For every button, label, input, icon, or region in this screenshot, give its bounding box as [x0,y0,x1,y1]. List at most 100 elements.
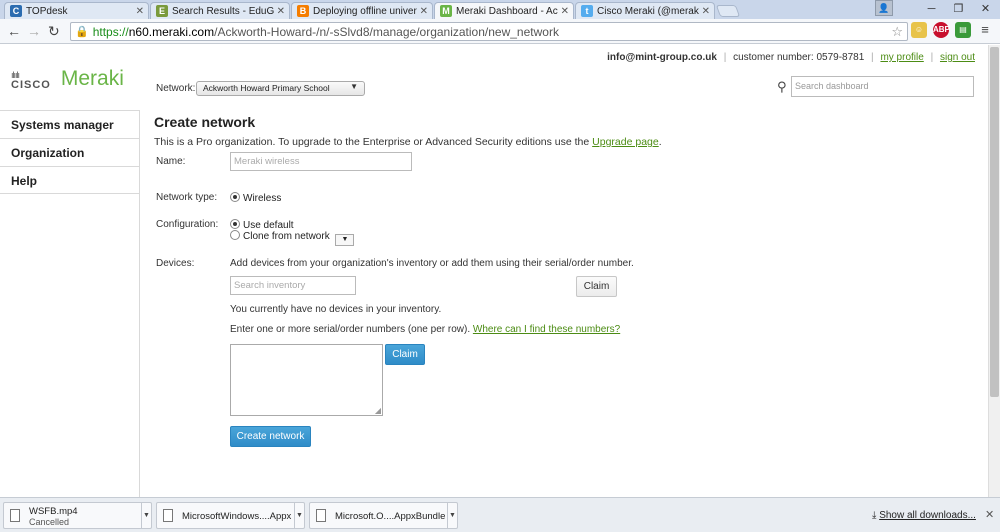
serial-help-text: Enter one or more serial/order numbers (… [230,324,471,335]
meraki-wordmark: Meraki [60,67,124,90]
cisco-wordmark: CISCO [11,79,51,91]
tab-title: Cisco Meraki (@meraki) | T [597,5,699,17]
tab-strip: C TOPdesk ✕ E Search Results - EduGeek. … [0,0,1000,19]
no-devices-text: You currently have no devices in your in… [230,304,442,315]
name-label: Name: [156,156,186,167]
restore-icon[interactable]: ❐ [945,0,972,18]
clone-from-network-label: Clone from network [243,231,330,242]
network-select-value: Ackworth Howard Primary School [203,83,330,93]
browser-tab-blogger[interactable]: B Deploying offline universa ✕ [291,2,433,19]
devices-label: Devices: [156,258,195,269]
clone-from-network-radio[interactable]: Clone from network ▼ [230,230,355,246]
url-path: /Ackworth-Howard-/n/-sSlvd8/manage/organ… [214,24,559,39]
url-scheme: https:// [92,24,129,39]
close-tab-icon[interactable]: ✕ [420,6,428,17]
clone-network-select[interactable]: ▼ [335,234,355,246]
close-tab-icon[interactable]: ✕ [702,6,710,17]
close-tab-icon[interactable]: ✕ [561,6,569,17]
find-numbers-link[interactable]: Where can I find these numbers? [473,324,620,335]
search-icon: ⚲ [777,79,787,94]
sign-out-link[interactable]: sign out [940,52,975,63]
browser-tab-twitter[interactable]: t Cisco Meraki (@meraki) | T ✕ [575,2,715,19]
tab-title: Search Results - EduGeek. [172,5,274,17]
download-item[interactable]: WSFB.mp4 Cancelled ▼ [3,502,152,529]
sidebar-item-help[interactable]: Help [0,166,139,194]
show-all-downloads[interactable]: ⤓ Show all downloads... [872,510,976,521]
sidebar-item-systems-manager[interactable]: Systems manager [0,110,139,138]
network-label: Network: [156,83,196,94]
configuration-label: Configuration: [156,219,219,230]
serial-numbers-textarea[interactable]: ◢ [230,344,383,416]
reload-icon[interactable]: ↻ [48,23,60,40]
file-icon [316,509,326,522]
customer-number: customer number: 0579-8781 [733,52,865,63]
sidebar: Systems manager Organization Help [0,110,140,497]
show-all-downloads-link[interactable]: Show all downloads... [879,510,976,521]
close-window-icon[interactable]: ✕ [972,0,999,18]
claim-inventory-button[interactable]: Claim [576,276,617,297]
download-menu-arrow-icon[interactable]: ▼ [141,503,151,528]
address-bar[interactable]: 🔒 https:// n60.meraki.com /Ackworth-Howa… [70,22,908,41]
cisco-meraki-logo[interactable]: ılıılı CISCO Meraki [11,67,124,91]
page: ılıılı CISCO Meraki info@mint-group.co.u… [0,45,988,497]
search-inventory-input[interactable]: Search inventory [230,276,356,295]
radio-selected-icon [230,192,240,202]
dashboard-header: ılıılı CISCO Meraki info@mint-group.co.u… [0,45,988,110]
download-item[interactable]: Microsoft.O....AppxBundle ▼ [309,502,458,529]
resize-handle-icon[interactable]: ◢ [375,406,381,415]
tab-title: TOPdesk [26,5,68,17]
menu-icon[interactable]: ≡ [977,22,993,38]
vertical-scrollbar[interactable] [988,45,1000,497]
extension-face-icon[interactable]: ☺ [911,22,927,38]
scrollbar-thumb[interactable] [990,47,999,397]
sidebar-item-organization[interactable]: Organization [0,138,139,166]
url-host: n60.meraki.com [128,24,215,39]
wireless-radio-label: Wireless [243,193,282,204]
wireless-radio[interactable]: Wireless [230,192,281,204]
minimize-icon[interactable]: ─ [918,0,945,18]
tab-title: Meraki Dashboard - Ackw [456,5,558,17]
browser-tab-edugeek[interactable]: E Search Results - EduGeek. ✕ [150,2,290,19]
back-arrow-icon[interactable]: ← [7,23,21,39]
download-filename: MicrosoftWindows....Appx [182,511,292,522]
pro-org-notice: This is a Pro organization. To upgrade t… [154,136,662,148]
tab-title: Deploying offline universa [313,5,417,17]
file-icon [163,509,173,522]
browser-tab-topdesk[interactable]: C TOPdesk ✕ [4,2,149,19]
bookmark-star-icon[interactable]: ☆ [891,24,903,40]
adblock-icon[interactable]: ABP [933,22,950,38]
close-shelf-icon[interactable]: ✕ [985,508,994,521]
download-item[interactable]: MicrosoftWindows....Appx ▼ [156,502,305,529]
download-menu-arrow-icon[interactable]: ▼ [447,503,457,528]
download-filename: WSFB.mp4 [29,506,78,517]
radio-unselected-icon [230,230,240,240]
separator: | [930,52,934,63]
new-tab-button[interactable] [715,5,741,17]
claim-serials-button[interactable]: Claim [385,344,425,365]
download-filename: Microsoft.O....AppxBundle [335,511,446,522]
close-tab-icon[interactable]: ✕ [277,6,285,17]
upgrade-page-link[interactable]: Upgrade page [592,136,659,148]
topdesk-favicon-icon: C [10,5,22,17]
radio-selected-icon [230,219,240,229]
extension-printer-icon[interactable]: ▤ [955,22,971,38]
network-name-input[interactable]: Meraki wireless [230,152,412,171]
lock-icon: 🔒 [75,26,89,38]
search-dashboard-input[interactable]: Search dashboard [791,76,974,97]
download-arrow-icon: ⤓ [872,510,877,521]
close-tab-icon[interactable]: ✕ [136,6,144,17]
network-type-label: Network type: [156,192,218,203]
download-menu-arrow-icon[interactable]: ▼ [294,503,304,528]
forward-arrow-icon[interactable]: → [27,23,41,39]
user-profile-icon[interactable]: 👤 [875,0,893,16]
edugeek-favicon-icon: E [156,5,168,17]
dropdown-caret-icon: ▼ [350,82,358,91]
my-profile-link[interactable]: my profile [880,52,923,63]
network-select[interactable]: Ackworth Howard Primary School ▼ [196,81,365,96]
serial-help: Enter one or more serial/order numbers (… [230,324,620,335]
cisco-bars-icon: ılıılı [11,70,20,80]
browser-tab-meraki[interactable]: M Meraki Dashboard - Ackw ✕ [434,2,574,19]
file-icon [10,509,20,522]
twitter-favicon-icon: t [581,5,593,17]
create-network-button[interactable]: Create network [230,426,311,447]
